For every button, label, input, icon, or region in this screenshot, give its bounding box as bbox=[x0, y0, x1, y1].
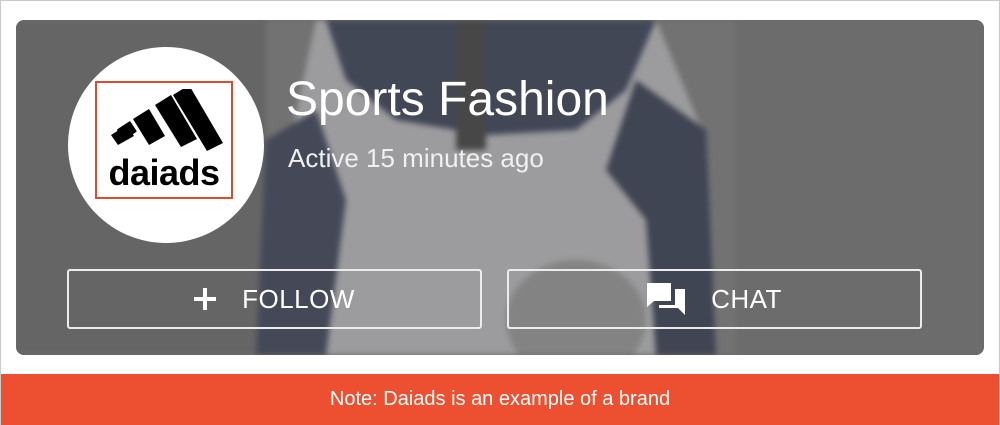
three-stripes-logo-icon bbox=[111, 89, 223, 151]
shop-active-status: Active 15 minutes ago bbox=[288, 143, 544, 173]
follow-button-label: FOLLOW bbox=[242, 283, 355, 314]
chat-button-label: CHAT bbox=[711, 283, 782, 314]
logo-wordmark: daiads bbox=[108, 152, 220, 193]
shop-info: daiads Sports Fashion Active 15 minutes … bbox=[16, 20, 984, 355]
follow-button[interactable]: FOLLOW bbox=[67, 269, 482, 329]
note-text: Note: Daiads is an example of a brand bbox=[329, 388, 671, 410]
shop-header-card: daiads Sports Fashion Active 15 minutes … bbox=[16, 20, 984, 355]
logo-frame: daiads bbox=[95, 81, 233, 199]
note-banner: Note: Daiads is an example of a brand bbox=[1, 374, 999, 425]
chat-button[interactable]: CHAT bbox=[507, 269, 922, 329]
chat-bubbles-icon bbox=[647, 283, 686, 315]
shop-name: Sports Fashion bbox=[286, 73, 609, 126]
shop-avatar[interactable]: daiads bbox=[68, 47, 264, 243]
plus-icon bbox=[194, 288, 217, 310]
